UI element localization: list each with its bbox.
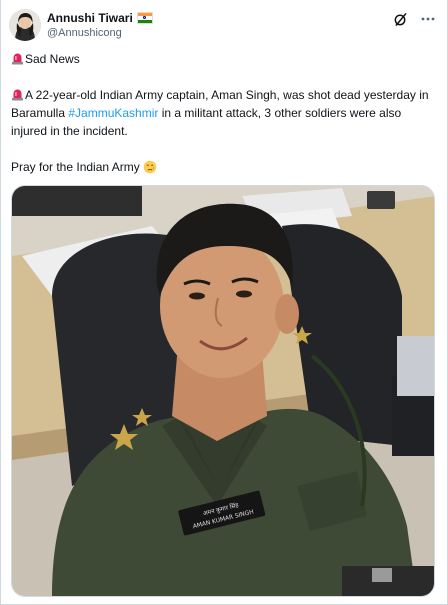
- tweet-card: Annushi Tiwari @Annushicong Sad News A 2…: [0, 0, 448, 605]
- grok-icon[interactable]: [391, 10, 409, 28]
- india-flag-icon: [136, 12, 153, 24]
- tweet-line-pray: Pray for the Indian Army: [11, 158, 437, 176]
- siren-emoji-icon: [11, 52, 24, 65]
- user-handle[interactable]: @Annushicong: [47, 27, 153, 39]
- tweet-header: Annushi Tiwari @Annushicong: [9, 8, 437, 42]
- pray-text: Pray for the Indian Army: [11, 160, 140, 174]
- author-names: Annushi Tiwari @Annushicong: [47, 10, 153, 39]
- tweet-line-sad-news: Sad News: [11, 50, 437, 68]
- tweet-photo[interactable]: अमन कुमार सिंह AMAN KUMAR SINGH: [11, 185, 435, 597]
- hashtag-link[interactable]: #JammuKashmir: [68, 106, 158, 120]
- crying-face-emoji-icon: [143, 160, 157, 174]
- more-options-icon[interactable]: [419, 10, 437, 28]
- soldier-photo: अमन कुमार सिंह AMAN KUMAR SINGH: [12, 186, 434, 596]
- display-name-row: Annushi Tiwari: [47, 10, 153, 26]
- display-name[interactable]: Annushi Tiwari: [47, 11, 133, 25]
- header-actions: [391, 10, 437, 28]
- avatar[interactable]: [9, 9, 41, 41]
- tweet-line-main: A 22-year-old Indian Army captain, Aman …: [11, 86, 437, 140]
- tweet-text: Sad News A 22-year-old Indian Army capta…: [11, 50, 437, 176]
- avatar-image: [9, 9, 41, 41]
- siren-emoji-icon: [11, 88, 24, 101]
- sad-news-text: Sad News: [25, 52, 80, 66]
